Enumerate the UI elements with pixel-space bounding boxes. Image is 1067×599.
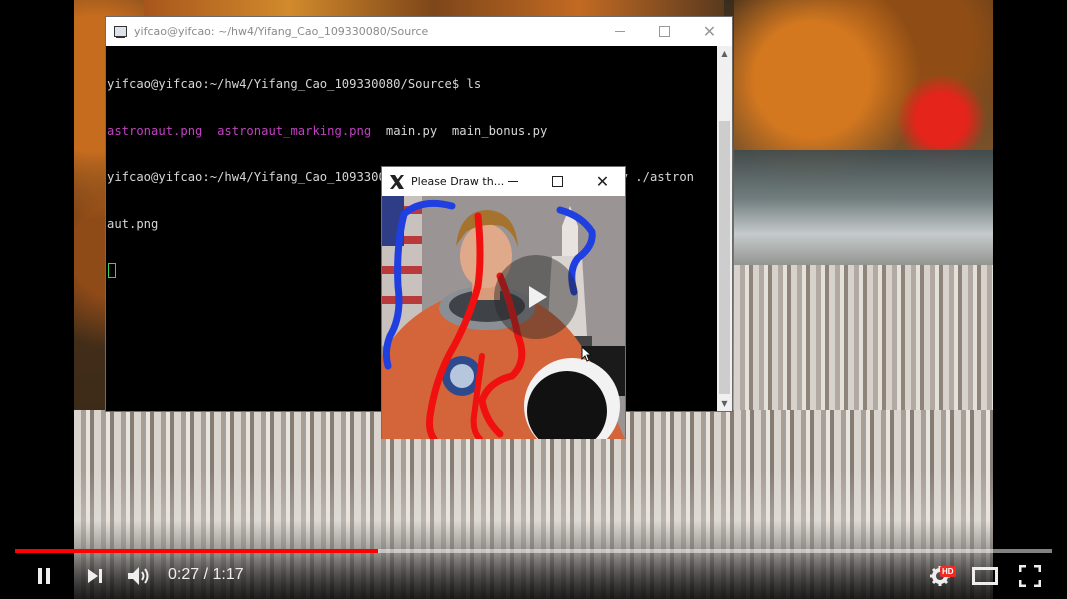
river xyxy=(734,150,993,270)
theater-mode-icon xyxy=(972,567,998,585)
terminal-maximize-button[interactable] xyxy=(642,17,687,46)
close-icon: ✕ xyxy=(702,21,717,41)
volume-icon xyxy=(128,567,149,585)
video-player[interactable]: yifcao@yifcao: ~/hw4/Yifang_Cao_10933008… xyxy=(0,0,1067,599)
minimize-icon xyxy=(507,181,518,182)
image-close-button[interactable]: ✕ xyxy=(580,167,625,196)
putty-icon xyxy=(112,25,128,39)
terminal-title: yifcao@yifcao: ~/hw4/Yifang_Cao_10933008… xyxy=(134,25,429,38)
minimize-icon xyxy=(614,31,625,32)
image-maximize-button[interactable] xyxy=(535,167,580,196)
hd-badge: HD xyxy=(940,566,956,577)
image-window-titlebar[interactable]: Please Draw th... ✕ xyxy=(382,167,625,196)
x11-icon xyxy=(390,174,404,189)
maximize-icon xyxy=(659,26,670,37)
time-display: 0:27 / 1:17 xyxy=(168,566,244,583)
theater-mode-button[interactable] xyxy=(970,562,1000,590)
next-icon xyxy=(88,569,102,583)
file-name: astronaut.png xyxy=(107,123,203,138)
fullscreen-button[interactable] xyxy=(1016,562,1044,590)
scroll-up-arrow-icon[interactable]: ▲ xyxy=(717,46,732,61)
pause-icon xyxy=(38,568,50,584)
image-minimize-button[interactable] xyxy=(490,167,535,196)
controls-gradient xyxy=(0,520,1067,599)
terminal-scrollbar[interactable]: ▲ ▼ xyxy=(717,46,732,411)
progress-bar[interactable] xyxy=(15,549,1052,553)
mouse-pointer-icon xyxy=(581,346,593,362)
terminal-line: yifcao@yifcao:~/hw4/Yifang_Cao_109330080… xyxy=(107,77,482,91)
terminal-titlebar[interactable]: yifcao@yifcao: ~/hw4/Yifang_Cao_10933008… xyxy=(106,17,732,46)
play-icon xyxy=(529,286,547,308)
play-overlay-button[interactable] xyxy=(494,255,578,339)
terminal-minimize-button[interactable] xyxy=(597,17,642,46)
file-name: astronaut_marking.png xyxy=(217,123,372,138)
terminal-close-button[interactable]: ✕ xyxy=(687,17,732,46)
scrollbar-thumb[interactable] xyxy=(719,121,730,394)
fullscreen-icon xyxy=(1019,565,1041,587)
terminal-cursor xyxy=(108,263,116,278)
maximize-icon xyxy=(552,176,563,187)
progress-played xyxy=(15,549,378,553)
close-icon: ✕ xyxy=(595,171,610,191)
file-names: main.py main_bonus.py xyxy=(385,123,548,138)
volume-button[interactable] xyxy=(124,562,154,590)
next-button[interactable] xyxy=(82,562,108,590)
terminal-line: astronaut.png astronaut_marking.png main… xyxy=(107,124,717,140)
pause-button[interactable] xyxy=(30,562,58,590)
scroll-down-arrow-icon[interactable]: ▼ xyxy=(717,396,732,411)
